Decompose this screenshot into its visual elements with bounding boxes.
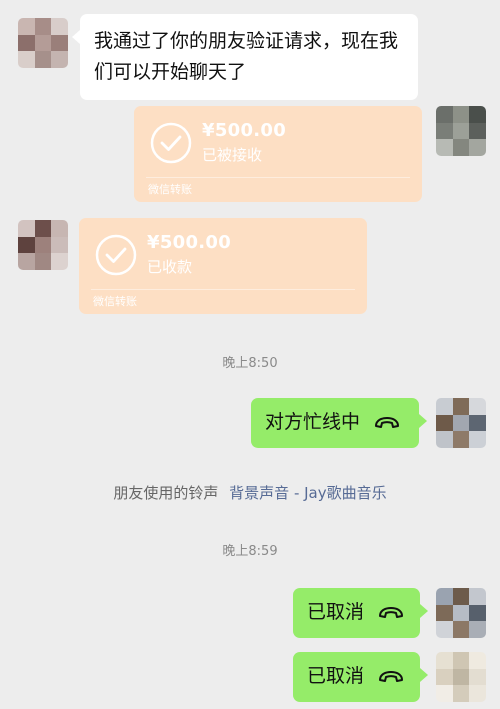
phone-hangup-icon: [379, 670, 404, 682]
phone-hangup-icon: [375, 416, 400, 428]
transfer-amount: ¥500.00: [202, 120, 287, 141]
transfer-divider: [91, 289, 355, 290]
check-circle-icon: [150, 122, 192, 164]
transfer-card-sent[interactable]: ¥500.00 已被接收 微信转账: [134, 106, 422, 202]
friend-message-bubble[interactable]: 我通过了你的朋友验证请求，现在我们可以开始聊天了: [72, 14, 418, 100]
transfer-divider: [146, 177, 410, 178]
transfer-status: 已收款: [147, 258, 193, 276]
timestamp: 晚上8:50: [222, 356, 278, 371]
transfer-footer: 微信转账: [93, 295, 137, 308]
call-status-bubble[interactable]: 已取消: [293, 652, 428, 702]
ringtone-prefix: 朋友使用的铃声: [113, 484, 219, 502]
check-circle-icon: [95, 234, 137, 276]
friend-avatar[interactable]: [18, 18, 68, 68]
call-status-text: 已取消: [307, 665, 365, 687]
transfer-status: 已被接收: [202, 146, 263, 164]
transfer-amount: ¥500.00: [147, 232, 232, 253]
call-status-bubble[interactable]: 对方忙线中: [251, 398, 427, 448]
self-avatar[interactable]: [436, 106, 486, 156]
self-avatar[interactable]: [436, 588, 486, 638]
ringtone-notice: 朋友使用的铃声 背景声音 - Jay歌曲音乐: [0, 482, 500, 503]
call-status-bubble[interactable]: 已取消: [293, 588, 428, 638]
friend-message-text: 我通过了你的朋友验证请求，现在我们可以开始聊天了: [94, 30, 399, 83]
timestamp: 晚上8:59: [222, 544, 278, 559]
transfer-footer: 微信转账: [148, 183, 192, 196]
call-status-text: 已取消: [307, 601, 365, 623]
phone-hangup-icon: [379, 606, 404, 618]
ringtone-song-link[interactable]: 背景声音 - Jay歌曲音乐: [229, 484, 386, 502]
call-status-text: 对方忙线中: [265, 411, 361, 433]
transfer-card-received[interactable]: ¥500.00 已收款 微信转账: [79, 218, 367, 314]
friend-avatar[interactable]: [18, 220, 68, 270]
self-avatar[interactable]: [436, 652, 486, 702]
self-avatar[interactable]: [436, 398, 486, 448]
